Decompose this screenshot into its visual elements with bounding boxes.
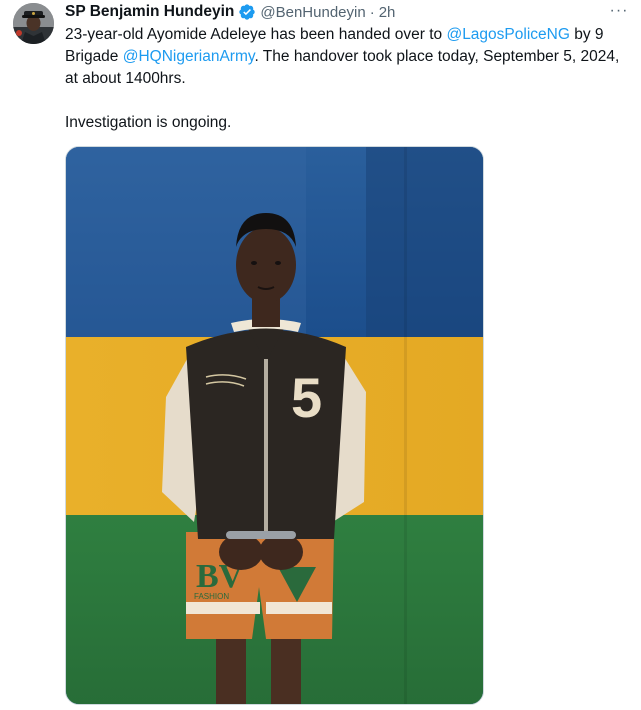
author-display-name[interactable]: SP Benjamin Hundeyin — [65, 3, 234, 21]
mention-hq-nigerian-army[interactable]: @HQNigerianArmy — [123, 48, 255, 65]
more-options-icon[interactable]: ··· — [607, 0, 631, 22]
avatar-police-officer-icon — [13, 3, 54, 44]
mention-lagos-police[interactable]: @LagosPoliceNG — [446, 26, 569, 43]
author-avatar[interactable] — [13, 3, 54, 44]
shorts-sub-text: FASHION — [194, 592, 229, 601]
jacket-number-text: 5 — [291, 366, 322, 429]
tweet-timestamp[interactable]: 2h — [379, 4, 396, 21]
author-handle[interactable]: @BenHundeyin — [260, 4, 365, 21]
verified-badge-icon — [238, 3, 256, 21]
tweet-paragraph-2: Investigation is ongoing. — [65, 114, 232, 131]
tweet-text-part-1: 23-year-old Ayomide Adeleye has been han… — [65, 26, 447, 43]
tweet-photo[interactable]: BV FASHION 5 — [65, 146, 484, 705]
tweet-text: 23-year-old Ayomide Adeleye has been han… — [65, 24, 625, 134]
photo-suspect-image: BV FASHION 5 — [66, 147, 483, 704]
header-separator: · — [369, 3, 375, 21]
tweet-card[interactable]: SP Benjamin Hundeyin @BenHundeyin · 2h ·… — [0, 0, 641, 710]
tweet-paragraph-1: 23-year-old Ayomide Adeleye has been han… — [65, 24, 625, 90]
tweet-header: SP Benjamin Hundeyin @BenHundeyin · 2h — [65, 2, 395, 22]
